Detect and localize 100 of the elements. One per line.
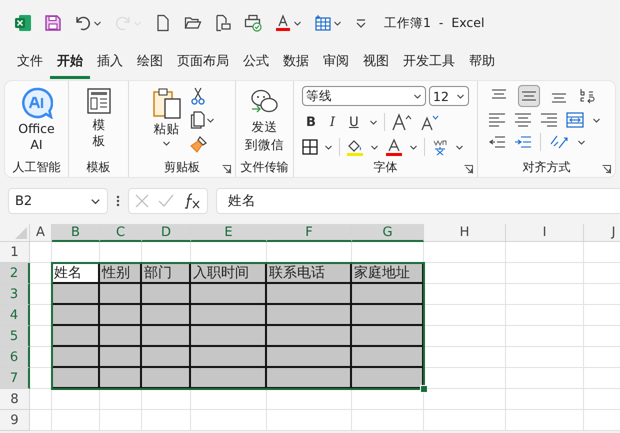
caret-icon[interactable] bbox=[456, 92, 465, 100]
row-header[interactable]: 1 bbox=[0, 242, 30, 263]
grid-cell[interactable] bbox=[100, 389, 142, 410]
grid-cell[interactable] bbox=[424, 326, 506, 347]
table-cell[interactable] bbox=[52, 347, 100, 368]
grid-cell[interactable] bbox=[506, 242, 584, 263]
table-cell[interactable] bbox=[267, 284, 352, 305]
column-header[interactable]: D bbox=[142, 224, 191, 242]
grid-cell[interactable] bbox=[424, 305, 506, 326]
grid-cell[interactable] bbox=[100, 410, 142, 431]
table-cell[interactable] bbox=[267, 305, 352, 326]
send-button[interactable]: 发送 到微信 bbox=[243, 85, 286, 154]
table-cell[interactable] bbox=[100, 284, 142, 305]
grid-cell[interactable] bbox=[424, 284, 506, 305]
ribbon-tab[interactable]: 开发工具 bbox=[396, 46, 462, 78]
caret-icon[interactable] bbox=[455, 142, 464, 152]
grid-cell[interactable] bbox=[142, 410, 191, 431]
row-header[interactable]: 8 bbox=[0, 389, 30, 410]
grid-cell[interactable] bbox=[424, 410, 506, 431]
caret-icon[interactable] bbox=[162, 138, 171, 148]
more-icon[interactable] bbox=[116, 194, 120, 208]
scissors-icon[interactable] bbox=[190, 87, 206, 105]
caret-icon[interactable] bbox=[409, 142, 418, 152]
align-center-icon[interactable] bbox=[514, 112, 532, 128]
ribbon-tab[interactable]: 帮助 bbox=[462, 46, 502, 78]
row-header[interactable]: 6 bbox=[0, 347, 30, 368]
font-name-dropdown[interactable]: 等线 bbox=[302, 86, 426, 106]
column-header[interactable]: C bbox=[100, 224, 142, 242]
table-cell[interactable] bbox=[142, 305, 191, 326]
table-cell[interactable] bbox=[352, 326, 424, 347]
column-header[interactable]: I bbox=[506, 224, 584, 242]
ribbon-tab[interactable]: 视图 bbox=[356, 46, 396, 78]
grid-cell[interactable] bbox=[30, 242, 52, 263]
grid-cell[interactable] bbox=[191, 389, 267, 410]
table-header-cell[interactable]: 联系电话 bbox=[267, 263, 352, 284]
template-icon[interactable] bbox=[86, 87, 112, 115]
align-right-icon[interactable] bbox=[540, 112, 558, 128]
ribbon-tab[interactable]: 审阅 bbox=[316, 46, 356, 78]
ribbon-tab[interactable]: 公式 bbox=[236, 46, 276, 78]
column-header[interactable]: B bbox=[52, 224, 100, 242]
grid-cell[interactable] bbox=[30, 410, 52, 431]
grid-cell[interactable] bbox=[424, 263, 506, 284]
column-header[interactable]: F bbox=[267, 224, 352, 242]
ribbon-tab[interactable]: 绘图 bbox=[130, 46, 170, 78]
row-header[interactable]: 9 bbox=[0, 410, 30, 431]
borders-icon[interactable] bbox=[302, 139, 318, 155]
format-button[interactable]: B bbox=[302, 114, 320, 130]
grid-cell[interactable] bbox=[352, 410, 424, 431]
caret-icon[interactable] bbox=[413, 92, 422, 100]
table-header-cell[interactable]: 姓名 bbox=[52, 263, 100, 284]
grid-cell[interactable] bbox=[506, 389, 584, 410]
table-cell[interactable] bbox=[352, 368, 424, 389]
template-button[interactable]: 模板 bbox=[84, 85, 114, 150]
printer-check-icon[interactable] bbox=[244, 14, 262, 32]
document-printer-icon[interactable] bbox=[214, 14, 232, 32]
caret-icon[interactable] bbox=[293, 18, 302, 28]
table-cell[interactable] bbox=[191, 284, 267, 305]
table-cell[interactable] bbox=[352, 284, 424, 305]
dialog-launcher-icon[interactable] bbox=[222, 165, 231, 174]
font-color-icon[interactable] bbox=[274, 14, 292, 32]
increase-font-icon[interactable] bbox=[390, 113, 413, 131]
caret-icon[interactable] bbox=[368, 118, 378, 126]
table-cell[interactable] bbox=[52, 368, 100, 389]
grid-cell[interactable] bbox=[506, 326, 584, 347]
column-header[interactable]: A bbox=[30, 224, 52, 242]
table-cell[interactable] bbox=[267, 347, 352, 368]
row-header[interactable]: 5 bbox=[0, 326, 30, 347]
grid-cell[interactable] bbox=[52, 410, 100, 431]
format-button[interactable]: I bbox=[326, 114, 340, 130]
row-header[interactable]: 2 bbox=[0, 263, 30, 284]
wrap-text-icon[interactable] bbox=[578, 87, 596, 105]
increase-indent-icon[interactable] bbox=[514, 134, 532, 150]
table-cell[interactable] bbox=[142, 326, 191, 347]
ribbon-tab[interactable]: 数据 bbox=[276, 46, 316, 78]
table-cell[interactable] bbox=[142, 368, 191, 389]
table-cell[interactable] bbox=[191, 368, 267, 389]
dialog-launcher-icon[interactable] bbox=[602, 165, 611, 174]
decrease-indent-icon[interactable] bbox=[488, 134, 506, 150]
table-cell[interactable] bbox=[191, 326, 267, 347]
phonetic-guide-icon[interactable] bbox=[431, 138, 449, 156]
ribbon-tab[interactable]: 文件 bbox=[10, 46, 50, 78]
fill-color-icon[interactable] bbox=[346, 138, 364, 156]
caret-icon[interactable] bbox=[577, 138, 586, 146]
grid-cell[interactable] bbox=[506, 284, 584, 305]
table-header-cell[interactable]: 性别 bbox=[100, 263, 142, 284]
table-cell[interactable] bbox=[100, 326, 142, 347]
ai-chat-icon[interactable] bbox=[20, 87, 52, 119]
grid-cell[interactable] bbox=[267, 389, 352, 410]
table-header-cell[interactable]: 家庭地址 bbox=[352, 263, 424, 284]
row-header[interactable]: 4 bbox=[0, 305, 30, 326]
grid-cell[interactable] bbox=[142, 389, 191, 410]
ribbon-tab[interactable]: 插入 bbox=[90, 46, 130, 78]
column-header[interactable]: J bbox=[584, 224, 620, 242]
grid-cell[interactable] bbox=[52, 389, 100, 410]
table-header-cell[interactable]: 入职时间 bbox=[191, 263, 267, 284]
copy-icon[interactable] bbox=[190, 111, 206, 129]
table-cell[interactable] bbox=[52, 326, 100, 347]
grid-cell[interactable] bbox=[267, 410, 352, 431]
align-left-icon[interactable] bbox=[488, 112, 506, 128]
table-cell[interactable] bbox=[52, 305, 100, 326]
